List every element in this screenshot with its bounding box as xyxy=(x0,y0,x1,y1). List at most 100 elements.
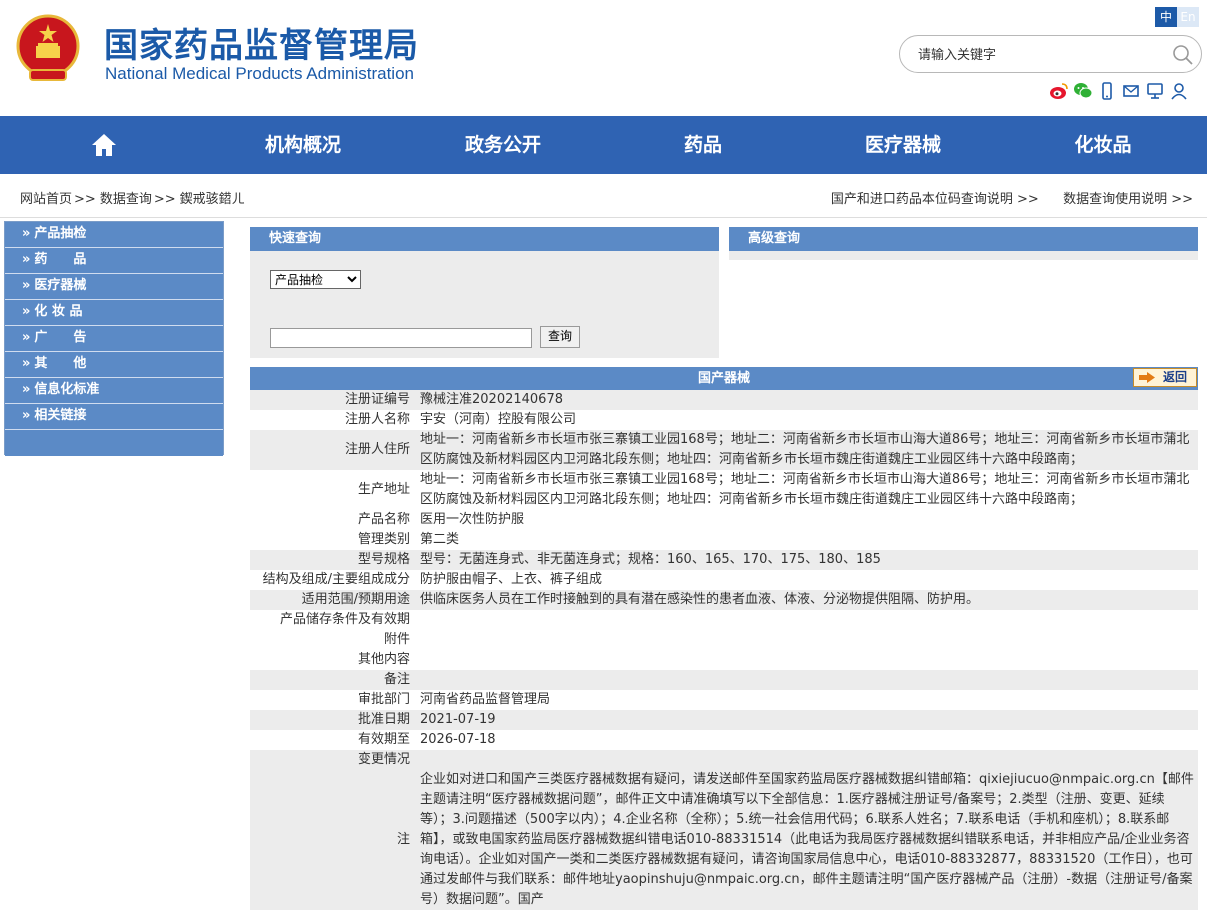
advanced-search-panel: 高级查询 xyxy=(729,227,1198,260)
field-value: 防护服由帽子、上衣、裤子组成 xyxy=(415,570,1198,590)
table-row: 产品储存条件及有效期 xyxy=(250,610,1198,630)
nav-item-cosmetics[interactable]: 化妆品 xyxy=(1053,116,1153,174)
breadcrumb-query[interactable]: 数据查询 xyxy=(100,192,152,207)
arrow-right-icon xyxy=(1139,372,1155,383)
sidebar-item-devices[interactable]: » 医疗器械 xyxy=(5,274,223,300)
breadcrumb: 网站首页 >> 数据查询 >> 鍥戒骇鍣ㄦ 国产和进口药品本位码查询说明 >> 数据查询… xyxy=(0,174,1207,218)
breadcrumb-current: 鍥戒骇鍣ㄦ xyxy=(179,192,245,207)
field-value xyxy=(415,630,1198,650)
table-row: 备注 xyxy=(250,670,1198,690)
category-select[interactable]: 产品抽检 xyxy=(270,270,361,289)
back-button-label: 返回 xyxy=(1163,370,1188,384)
query-guide-link[interactable]: 数据查询使用说明 >> xyxy=(1063,192,1193,207)
field-value: 豫械注准20202140678 xyxy=(415,390,1198,410)
field-value: 2026-07-18 xyxy=(415,730,1198,750)
wechat-icon[interactable] xyxy=(1073,81,1093,101)
sidebar-item-ads[interactable]: » 广 告 xyxy=(5,326,223,352)
sidebar-item-label: 广 告 xyxy=(34,330,87,345)
field-label: 批准日期 xyxy=(250,710,415,730)
sidebar-item-other[interactable]: » 其 他 xyxy=(5,352,223,378)
user-icon[interactable] xyxy=(1169,81,1189,101)
sidebar-spacer xyxy=(5,430,223,456)
field-label: 适用范围/预期用途 xyxy=(250,590,415,610)
table-row: 生产地址 地址一：河南省新乡市长垣市张三寨镇工业园168号；地址二：河南省新乡市长… xyxy=(250,470,1198,510)
field-value xyxy=(415,650,1198,670)
table-row: 批准日期 2021-07-19 xyxy=(250,710,1198,730)
consult-icon[interactable] xyxy=(1145,81,1165,101)
site-title-en: National Medical Products Administration xyxy=(105,64,414,83)
drug-code-guide-link[interactable]: 国产和进口药品本位码查询说明 >> xyxy=(831,192,1039,207)
table-row: 附件 xyxy=(250,630,1198,650)
table-row: 其他内容 xyxy=(250,650,1198,670)
field-label: 注册人名称 xyxy=(250,410,415,430)
quick-search-input[interactable] xyxy=(270,328,532,348)
main-nav: 机构概况 政务公开 药品 医疗器械 化妆品 xyxy=(0,116,1207,174)
field-label: 备注 xyxy=(250,670,415,690)
search-input[interactable] xyxy=(918,45,1158,65)
device-detail: 国产器械 返回 注册证编号 豫械注准20202140678 注册人名称 宇安（河南）… xyxy=(250,367,1198,910)
nav-item-government[interactable]: 政务公开 xyxy=(438,116,568,174)
field-value: 宇安（河南）控股有限公司 xyxy=(415,410,1198,430)
home-icon[interactable] xyxy=(91,133,117,157)
table-row: 管理类别 第二类 xyxy=(250,530,1198,550)
field-label: 变更情况 xyxy=(250,750,415,770)
weibo-icon[interactable] xyxy=(1049,81,1069,101)
field-label: 型号规格 xyxy=(250,550,415,570)
field-label: 附件 xyxy=(250,630,415,650)
national-emblem-icon xyxy=(16,14,80,81)
field-label: 产品储存条件及有效期 xyxy=(250,610,415,630)
site-search xyxy=(899,35,1202,73)
search-icon[interactable] xyxy=(1172,44,1194,66)
breadcrumb-home[interactable]: 网站首页 xyxy=(20,192,72,207)
sidebar-item-label: 其 他 xyxy=(34,356,87,371)
field-value: 企业如对进口和国产三类医疗器械数据有疑问，请发送邮件至国家药监局医疗器械数据纠错… xyxy=(415,770,1198,910)
field-label: 审批部门 xyxy=(250,690,415,710)
field-value: 地址一：河南省新乡市长垣市张三寨镇工业园168号；地址二：河南省新乡市长垣市山海… xyxy=(415,430,1198,470)
field-value: 供临床医务人员在工作时接触到的具有潜在感染性的患者血液、体液、分泌物提供阻隔、防… xyxy=(415,590,1198,610)
quick-search-panel: 快速查询 产品抽检 查询 xyxy=(250,227,719,358)
table-row: 注册证编号 豫械注准20202140678 xyxy=(250,390,1198,410)
field-label: 注册证编号 xyxy=(250,390,415,410)
advanced-search-title[interactable]: 高级查询 xyxy=(729,227,1198,251)
sidebar-item-label: 药 品 xyxy=(34,252,87,267)
breadcrumb-separator: >> xyxy=(153,192,176,207)
field-label: 生产地址 xyxy=(250,470,415,510)
table-row: 结构及组成/主要组成成分 防护服由帽子、上衣、裤子组成 xyxy=(250,570,1198,590)
nav-item-institution[interactable]: 机构概况 xyxy=(238,116,368,174)
field-value xyxy=(415,670,1198,690)
lang-zh-button[interactable]: 中 xyxy=(1155,7,1177,27)
language-switch: 中 En xyxy=(1155,7,1199,27)
table-row: 变更情况 xyxy=(250,750,1198,770)
field-value: 地址一：河南省新乡市长垣市张三寨镇工业园168号；地址二：河南省新乡市长垣市山海… xyxy=(415,470,1198,510)
nav-item-drugs[interactable]: 药品 xyxy=(653,116,753,174)
field-value: 型号：无菌连身式、非无菌连身式；规格：160、165、170、175、180、1… xyxy=(415,550,1198,570)
back-button[interactable]: 返回 xyxy=(1133,368,1197,387)
query-button[interactable]: 查询 xyxy=(540,326,580,348)
table-row: 注册人住所 地址一：河南省新乡市长垣市张三寨镇工业园168号；地址二：河南省新乡市… xyxy=(250,430,1198,470)
breadcrumb-separator: >> xyxy=(74,192,96,207)
table-row: 审批部门 河南省药品监督管理局 xyxy=(250,690,1198,710)
table-row: 适用范围/预期用途 供临床医务人员在工作时接触到的具有潜在感染性的患者血液、体液、… xyxy=(250,590,1198,610)
table-row: 产品名称 医用一次性防护服 xyxy=(250,510,1198,530)
sidebar-item-sampling[interactable]: » 产品抽检 xyxy=(5,222,223,248)
social-links xyxy=(1049,81,1189,101)
sidebar-item-drugs[interactable]: » 药 品 xyxy=(5,248,223,274)
site-title: 国家药品监督管理局 xyxy=(104,26,419,66)
field-label: 有效期至 xyxy=(250,730,415,750)
sidebar-item-links[interactable]: » 相关链接 xyxy=(5,404,223,430)
sidebar-item-cosmetics[interactable]: » 化 妆 品 xyxy=(5,300,223,326)
sidebar-item-label: 化 妆 品 xyxy=(34,304,83,319)
mail-icon[interactable] xyxy=(1121,81,1141,101)
table-row: 注企业如对进口和国产三类医疗器械数据有疑问，请发送邮件至国家药监局医疗器械数据纠… xyxy=(250,770,1198,910)
mobile-icon[interactable] xyxy=(1097,81,1117,101)
field-value: 河南省药品监督管理局 xyxy=(415,690,1198,710)
lang-en-button[interactable]: En xyxy=(1177,7,1199,27)
field-value: 第二类 xyxy=(415,530,1198,550)
detail-title: 国产器械 xyxy=(697,371,750,386)
detail-table: 注册证编号 豫械注准20202140678 注册人名称 宇安（河南）控股有限公司 注… xyxy=(250,390,1198,910)
table-row: 型号规格 型号：无菌连身式、非无菌连身式；规格：160、165、170、175、1… xyxy=(250,550,1198,570)
table-row: 注册人名称 宇安（河南）控股有限公司 xyxy=(250,410,1198,430)
sidebar-item-standards[interactable]: » 信息化标准 xyxy=(5,378,223,404)
field-label: 管理类别 xyxy=(250,530,415,550)
nav-item-devices[interactable]: 医疗器械 xyxy=(838,116,968,174)
